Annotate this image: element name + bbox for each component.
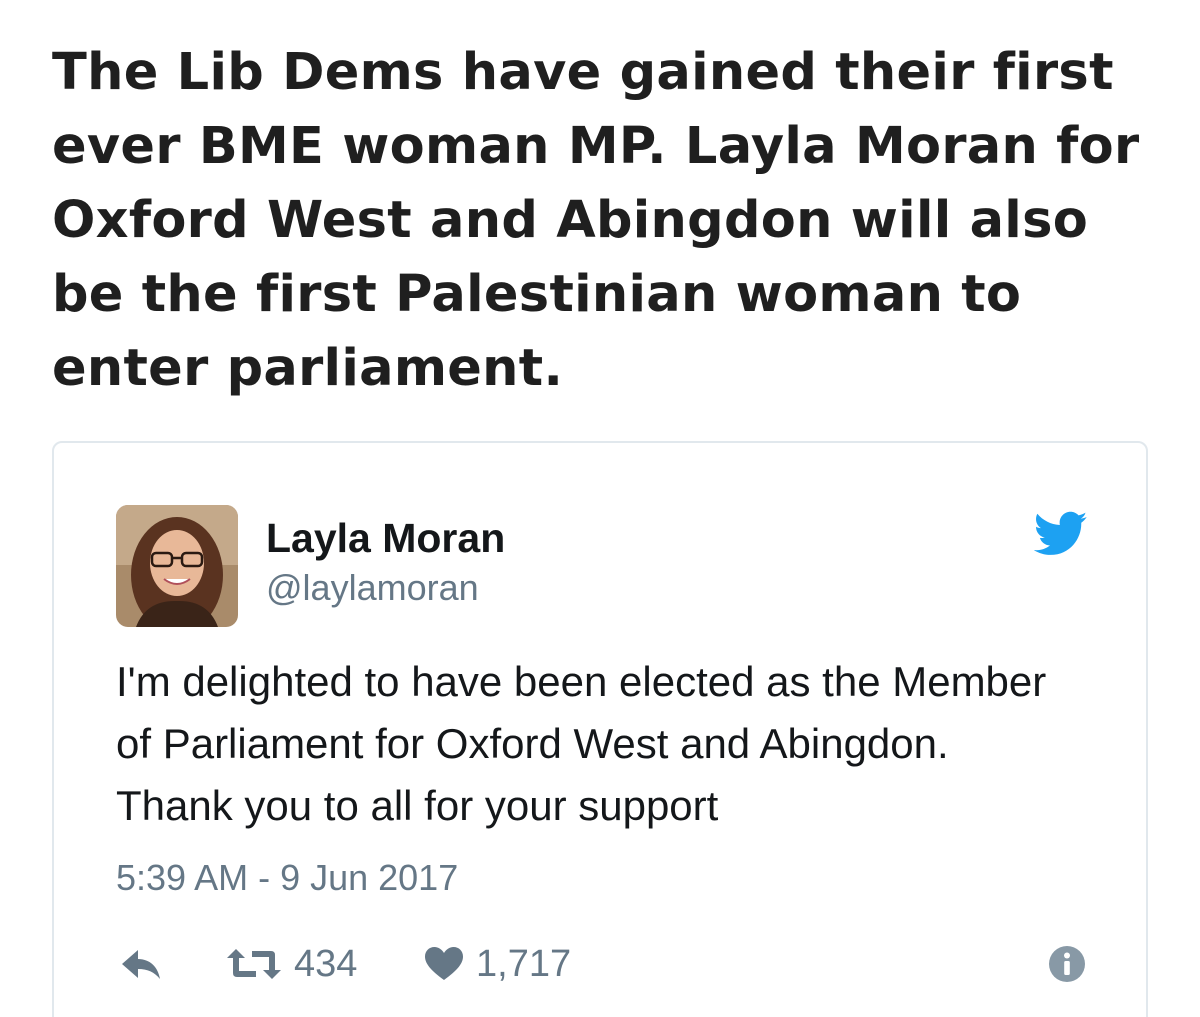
author-handle[interactable]: @laylamoran (266, 567, 479, 609)
twitter-bird-icon[interactable] (1033, 511, 1088, 557)
info-icon (1048, 945, 1086, 983)
retweet-button[interactable]: 434 (226, 939, 357, 989)
tweet-actions: 434 1,717 (116, 939, 1096, 989)
tweet-text: I'm delighted to have been elected as th… (116, 658, 1047, 829)
retweet-count: 434 (294, 942, 358, 985)
info-button[interactable] (1048, 939, 1086, 989)
author-name[interactable]: Layla Moran (266, 515, 505, 562)
like-button[interactable]: 1,717 (424, 939, 571, 989)
like-count: 1,717 (476, 942, 572, 985)
avatar[interactable] (116, 505, 238, 627)
retweet-icon (226, 947, 282, 981)
reply-button[interactable] (118, 939, 164, 989)
tweet-timestamp[interactable]: 5:39 AM - 9 Jun 2017 (116, 857, 458, 899)
heart-icon (424, 946, 464, 982)
headline-text: The Lib Dems have gained their first eve… (52, 43, 1140, 398)
reply-icon (118, 946, 164, 982)
embedded-tweet-card[interactable]: Layla Moran @laylamoran I'm delighted to… (52, 441, 1148, 1017)
